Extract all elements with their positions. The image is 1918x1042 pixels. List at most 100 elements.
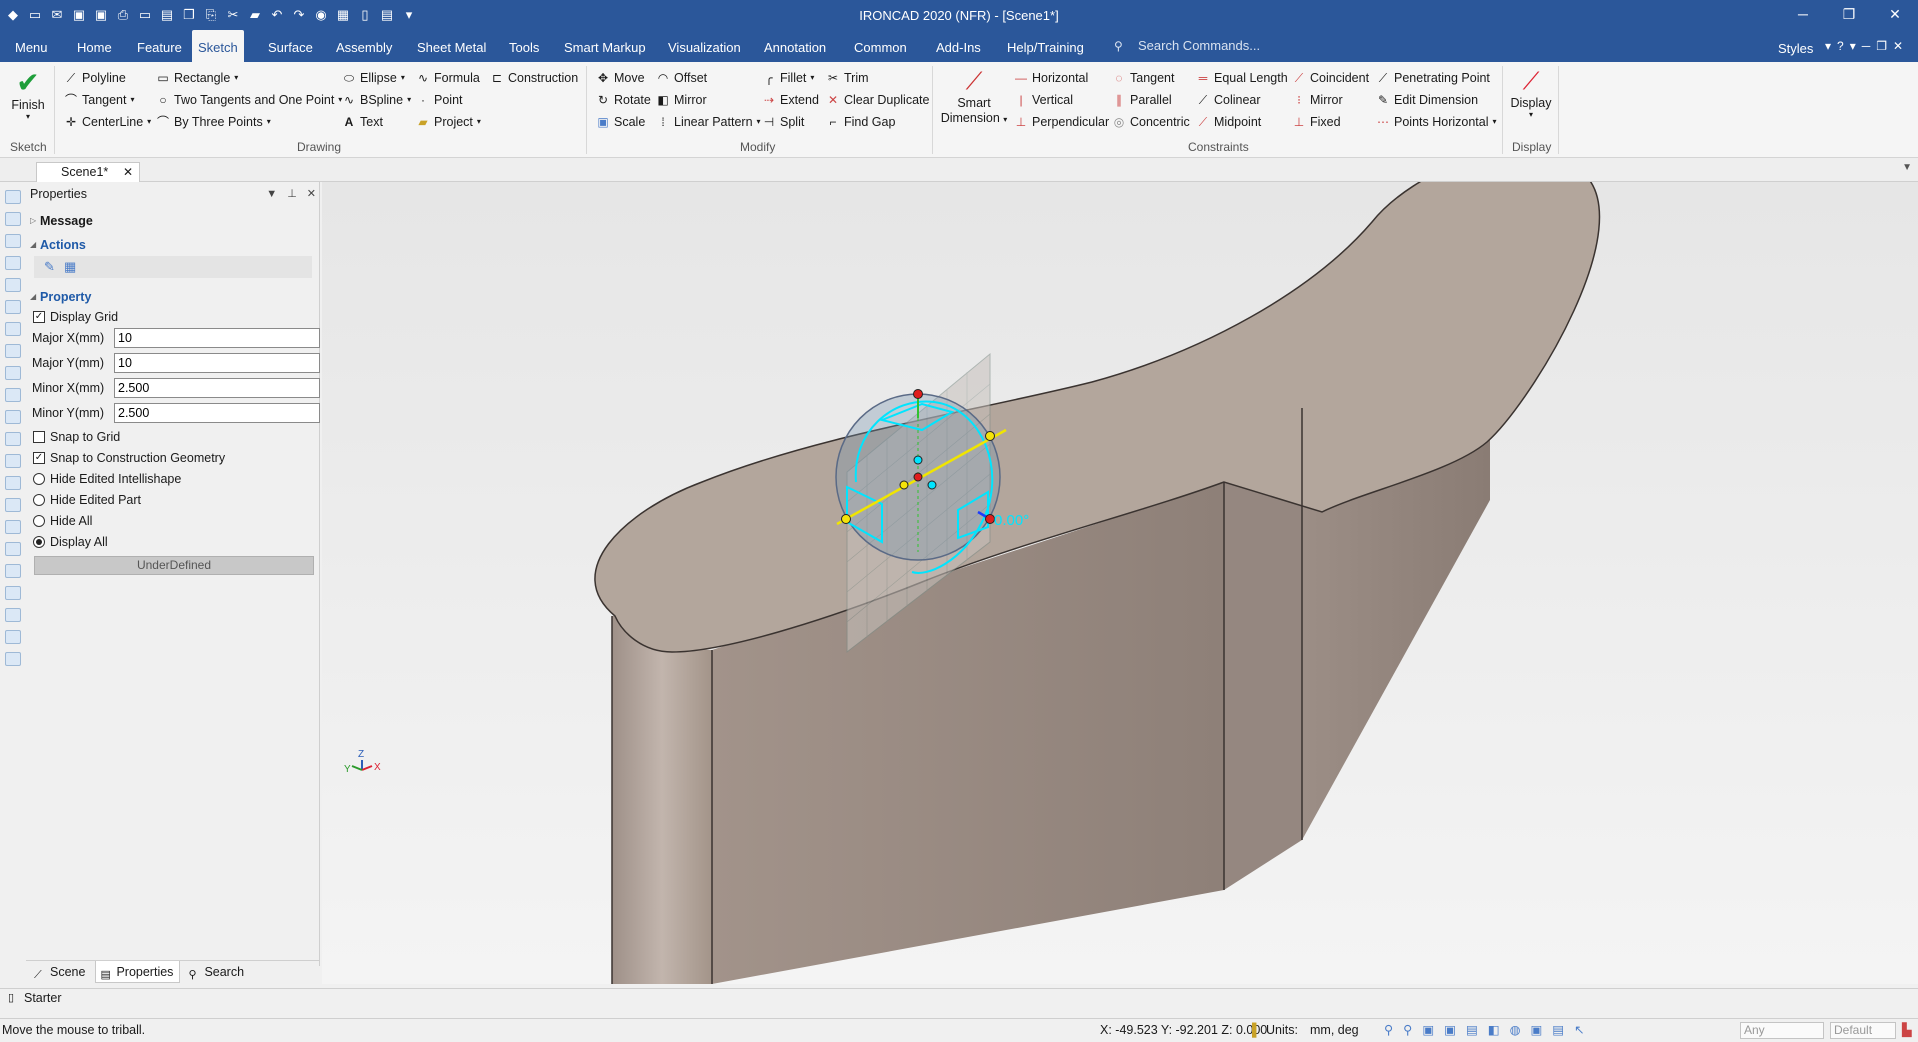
close-icon[interactable]: ✕ (1893, 39, 1903, 53)
tab-tools[interactable]: Tools (503, 30, 545, 62)
help-icon[interactable]: ? (1837, 39, 1844, 53)
tab-home[interactable]: Home (71, 30, 118, 62)
chevron-down-icon[interactable]: ▼ (266, 182, 277, 206)
clear-duplicate-button[interactable]: ✕ Clear Duplicate (826, 90, 930, 110)
smart-dimension-button[interactable]: ⟋ Smart Dimension ▾ (938, 68, 1010, 127)
tab-scene[interactable]: ⟋ Scene (30, 961, 91, 983)
ellipse-button[interactable]: ⬭ Ellipse ▾ (342, 68, 405, 88)
equal-length-constraint-button[interactable]: ═ Equal Length (1196, 68, 1288, 88)
triball-center[interactable] (913, 472, 923, 482)
fixed-constraint-button[interactable]: ⊥ Fixed (1292, 112, 1341, 132)
tool-icon[interactable] (5, 432, 21, 446)
rectangle-button[interactable]: ▭ Rectangle ▾ (156, 68, 238, 88)
tool-icon[interactable] (5, 454, 21, 468)
tool-icon[interactable] (5, 564, 21, 578)
finish-button[interactable]: ✔ Finish ▾ (8, 68, 48, 121)
tab-add-ins[interactable]: Add-Ins (930, 30, 987, 62)
tab-properties[interactable]: ▤ Properties (95, 961, 181, 983)
three-points-arc-button[interactable]: ⌒ By Three Points ▾ (156, 112, 271, 132)
restore-icon[interactable]: ❐ (1826, 0, 1872, 30)
zoom-icon[interactable]: ⚲ (1384, 1019, 1393, 1041)
horizontal-constraint-button[interactable]: — Horizontal (1014, 68, 1088, 88)
coincident-constraint-button[interactable]: ⟋ Coincident (1292, 68, 1369, 88)
doc-tab-scene1[interactable]: Scene1* ✕ (36, 162, 140, 182)
tab-sketch[interactable]: Sketch (192, 30, 244, 62)
layers-icon[interactable]: ▤ (1552, 1019, 1564, 1041)
pin-icon[interactable]: ⊥ (287, 182, 297, 206)
minimize-icon[interactable]: ─ (1862, 39, 1871, 53)
triball-handle-top[interactable] (913, 389, 923, 399)
underdefined-status-button[interactable]: UnderDefined (34, 556, 314, 575)
style-select[interactable]: Default (1830, 1022, 1896, 1039)
tab-feature[interactable]: Feature (131, 30, 188, 62)
tool-icon[interactable] (5, 366, 21, 380)
zoom-window-icon[interactable]: ⚲ (1403, 1019, 1412, 1041)
point-button[interactable]: · Point (416, 90, 463, 110)
tool-icon[interactable] (5, 300, 21, 314)
points-horizontal-button[interactable]: ⋯ Points Horizontal ▾ (1376, 112, 1497, 132)
tool-icon[interactable] (5, 498, 21, 512)
tool-icon[interactable] (5, 520, 21, 534)
pointer-icon[interactable]: ↖ (1574, 1019, 1584, 1041)
section-icon[interactable]: ◧ (1488, 1019, 1500, 1041)
tool-icon[interactable] (5, 608, 21, 622)
project-button[interactable]: ▰ Project ▾ (416, 112, 481, 132)
mirror-button[interactable]: ◧ Mirror (656, 90, 706, 110)
table-icon[interactable]: ▦ (64, 259, 76, 275)
tool-icon[interactable] (5, 278, 21, 292)
tab-menu[interactable]: Menu (9, 30, 54, 62)
minimize-icon[interactable]: ─ (1780, 0, 1826, 30)
units-value[interactable]: mm, deg (1310, 1019, 1359, 1041)
section-property[interactable]: ◢ Property (30, 290, 91, 304)
minor-x-input[interactable] (114, 378, 320, 398)
triball-center-left[interactable] (899, 480, 909, 490)
major-y-input[interactable] (114, 353, 320, 373)
styles-menu[interactable]: Styles (1778, 41, 1813, 56)
move-button[interactable]: ✥ Move (596, 68, 645, 88)
triball-center-top[interactable] (913, 455, 923, 465)
tool-icon[interactable] (5, 652, 21, 666)
close-icon[interactable]: ✕ (1872, 0, 1918, 30)
tool-icon[interactable] (5, 212, 21, 226)
construction-button[interactable]: ⊏ Construction (490, 68, 578, 88)
part-face-left[interactable] (612, 616, 712, 984)
restore-icon[interactable]: ❐ (1876, 39, 1887, 53)
trim-button[interactable]: ✂ Trim (826, 68, 869, 88)
triball-handle-left[interactable] (841, 514, 851, 524)
polyline-button[interactable]: ⟋ Polyline (64, 68, 126, 88)
linear-pattern-button[interactable]: ⁞ Linear Pattern ▾ (656, 112, 760, 132)
edit-sketch-icon[interactable]: ✎ (44, 259, 55, 275)
view-cube-icon[interactable]: ▣ (1422, 1019, 1434, 1041)
display-mode-icon[interactable]: ▣ (1530, 1019, 1542, 1041)
two-tangents-button[interactable]: ○ Two Tangents and One Point ▾ (156, 90, 342, 110)
part-body[interactable] (594, 182, 1601, 984)
3d-viewport[interactable]: 0.00° Z X Y (322, 182, 1918, 984)
section-message[interactable]: ▷ Message (30, 214, 93, 228)
hide-edited-intellishape-radio[interactable]: Hide Edited Intellishape (32, 470, 181, 488)
scene-canvas[interactable]: 0.00° Z X Y (322, 182, 1918, 984)
dropdown-icon[interactable]: ▾ (1850, 39, 1856, 53)
tool-icon[interactable] (5, 410, 21, 424)
tab-search[interactable]: ⚲ Search (184, 961, 250, 983)
display-all-radio[interactable]: Display All (32, 533, 108, 551)
orient-icon[interactable]: ▤ (1466, 1019, 1478, 1041)
extend-button[interactable]: ⇢ Extend (762, 90, 819, 110)
fillet-button[interactable]: ╭ Fillet ▾ (762, 68, 814, 88)
tab-assembly[interactable]: Assembly (330, 30, 398, 62)
triball-handle-right[interactable] (985, 431, 995, 441)
dropdown-icon[interactable]: ▾ (1825, 39, 1831, 53)
major-x-input[interactable] (114, 328, 320, 348)
colinear-constraint-button[interactable]: ⟋ Colinear (1196, 90, 1261, 110)
text-button[interactable]: A Text (342, 112, 383, 132)
midpoint-constraint-button[interactable]: ⟋ Midpoint (1196, 112, 1261, 132)
hide-all-radio[interactable]: Hide All (32, 512, 92, 530)
offset-button[interactable]: ◠ Offset (656, 68, 707, 88)
tab-annotation[interactable]: Annotation (758, 30, 832, 62)
tool-icon[interactable] (5, 234, 21, 248)
perpendicular-constraint-button[interactable]: ⊥ Perpendicular (1014, 112, 1109, 132)
rotate-button[interactable]: ↻ Rotate (596, 90, 651, 110)
shading-icon[interactable]: ◍ (1510, 1019, 1521, 1041)
tangent-arc-button[interactable]: ⌒ Tangent ▾ (64, 90, 135, 110)
hide-edited-part-radio[interactable]: Hide Edited Part (32, 491, 141, 509)
tool-icon[interactable] (5, 388, 21, 402)
